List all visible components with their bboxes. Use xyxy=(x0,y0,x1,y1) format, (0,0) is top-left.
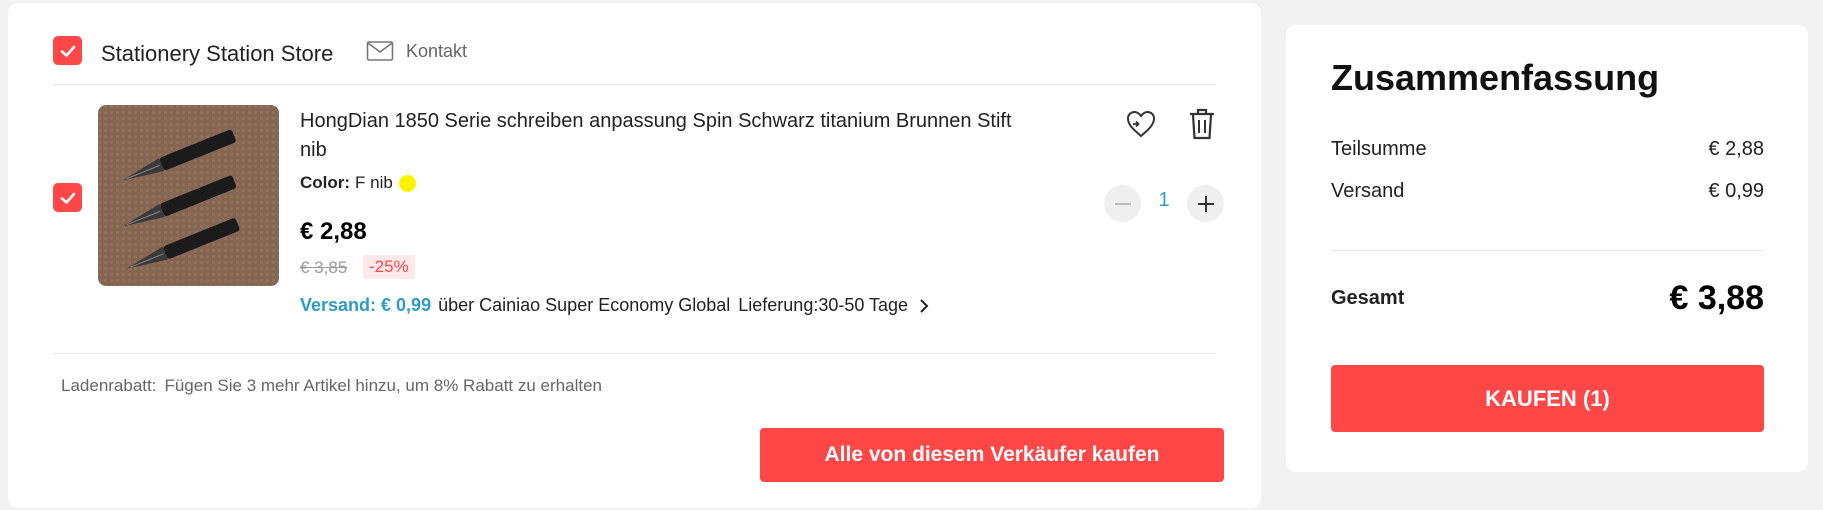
quantity-value[interactable]: 1 xyxy=(1149,189,1179,212)
color-value: F nib xyxy=(355,173,393,192)
minus-icon xyxy=(1114,202,1131,205)
subtotal-label: Teilsumme xyxy=(1331,138,1427,160)
wishlist-heart-icon[interactable] xyxy=(1124,107,1158,141)
quantity-increase-button[interactable] xyxy=(1187,185,1224,222)
delivery-time[interactable]: Lieferung:30-50 Tage xyxy=(738,295,908,316)
checkout-button[interactable]: KAUFEN (1) xyxy=(1331,365,1764,432)
summary-title: Zusammenfassung xyxy=(1331,57,1660,98)
checkmark-icon xyxy=(60,45,75,57)
divider xyxy=(1331,250,1764,251)
shipping-value: € 0,99 xyxy=(1708,180,1764,202)
shipping-row: Versand € 0,99 xyxy=(1331,180,1764,203)
shipping-label: Versand xyxy=(1331,180,1405,202)
product-image[interactable] xyxy=(98,105,279,286)
buy-all-from-seller-button[interactable]: Alle von diesem Verkäufer kaufen xyxy=(760,428,1224,482)
divider xyxy=(53,84,1216,85)
total-row: Gesamt € 3,88 xyxy=(1331,279,1764,318)
shipping-method: über Cainiao Super Economy Global xyxy=(438,295,731,315)
checkmark-icon xyxy=(60,192,75,204)
store-card: Stationery Station Store Kontakt HongDia… xyxy=(8,3,1261,508)
product-price: € 2,88 xyxy=(300,218,367,245)
contact-link[interactable]: Kontakt xyxy=(366,40,467,62)
store-checkbox[interactable] xyxy=(53,36,82,65)
total-value: € 3,88 xyxy=(1669,279,1764,317)
store-discount-label: Ladenrabatt: xyxy=(61,376,157,395)
contact-label: Kontakt xyxy=(406,40,468,61)
item-checkbox[interactable] xyxy=(53,183,82,212)
chevron-right-icon[interactable] xyxy=(918,298,930,314)
order-summary-card: Zusammenfassung Teilsumme € 2,88 Versand… xyxy=(1286,25,1808,472)
quantity-decrease-button[interactable] xyxy=(1104,185,1141,222)
product-variant: Color: F nib xyxy=(300,173,416,193)
original-price: € 3,85 xyxy=(300,258,348,277)
plus-icon xyxy=(1197,195,1214,212)
subtotal-value: € 2,88 xyxy=(1708,138,1764,160)
subtotal-row: Teilsumme € 2,88 xyxy=(1331,138,1764,161)
color-label: Color: xyxy=(300,173,351,192)
trash-icon[interactable] xyxy=(1186,107,1218,141)
total-label: Gesamt xyxy=(1331,287,1405,309)
mail-icon xyxy=(366,41,394,61)
store-discount-note: Ladenrabatt: Fügen Sie 3 mehr Artikel hin… xyxy=(61,376,602,396)
discount-badge: -25% xyxy=(363,255,415,279)
pen-nibs-image xyxy=(98,105,279,286)
product-title[interactable]: HongDian 1850 Serie schreiben anpassung … xyxy=(300,107,1020,165)
color-swatch xyxy=(398,174,416,192)
store-discount-text: Fügen Sie 3 mehr Artikel hinzu, um 8% Ra… xyxy=(164,376,602,395)
divider xyxy=(53,353,1216,354)
shipping-cost: Versand: € 0,99 xyxy=(300,295,432,315)
shipping-info: Versand: € 0,99 über Cainiao Super Econo… xyxy=(300,295,930,316)
store-name[interactable]: Stationery Station Store xyxy=(101,41,333,67)
